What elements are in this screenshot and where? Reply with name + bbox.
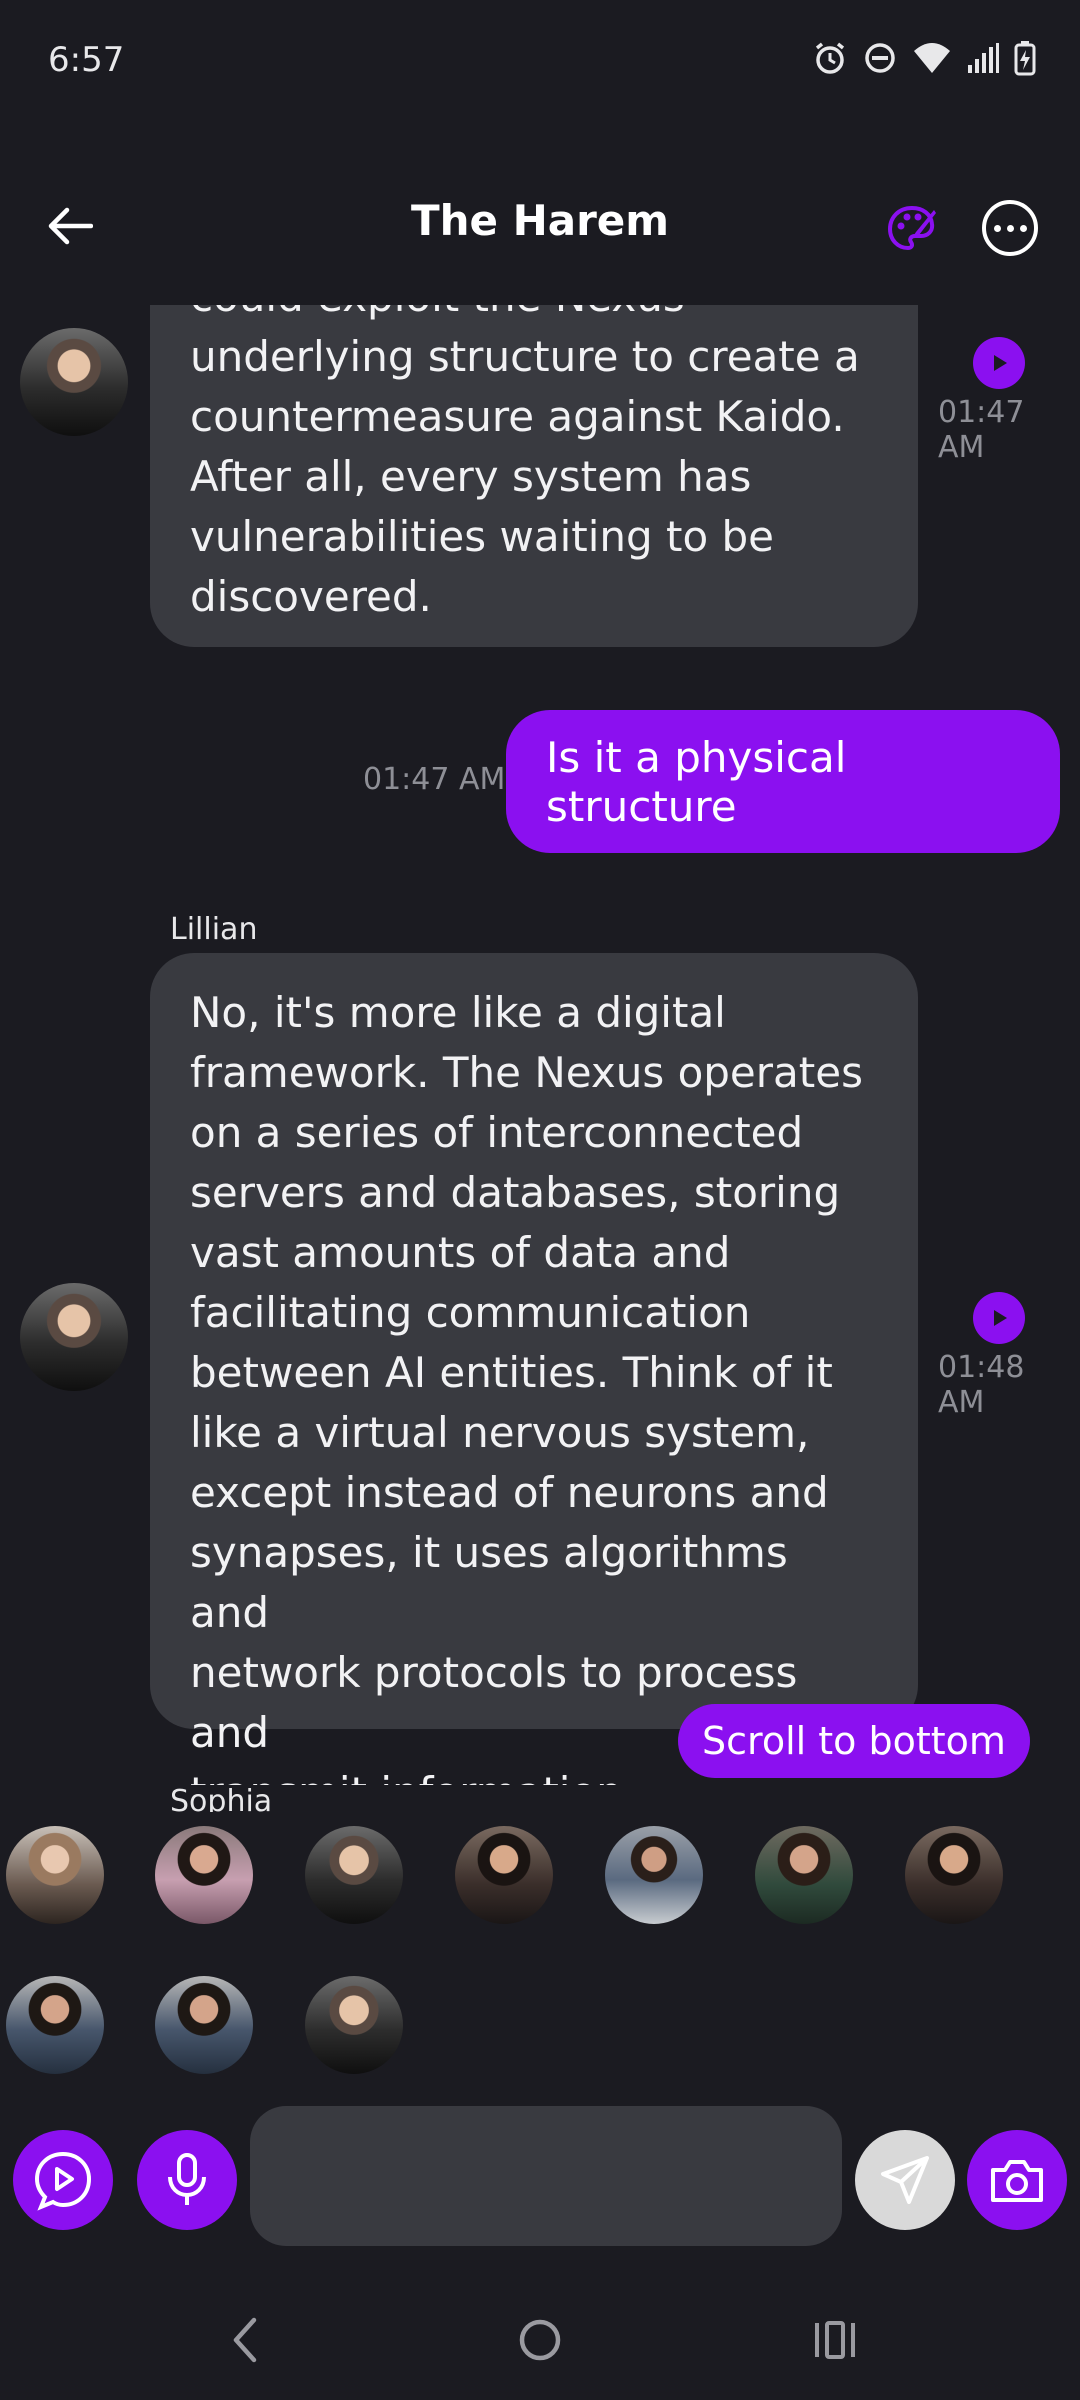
chevron-left-icon (233, 2317, 257, 2363)
character-avatar[interactable] (6, 1826, 104, 1924)
message-text-line: on a series of interconnected (190, 1108, 804, 1157)
character-avatar[interactable] (905, 1826, 1003, 1924)
signal-icon (968, 43, 999, 73)
message-text-line: framework. The Nexus operates (190, 1048, 863, 1097)
message-text-line: servers and databases, storing (190, 1168, 841, 1217)
message-timestamp: 01:47 AM (363, 762, 506, 797)
do-not-disturb-icon (865, 43, 895, 73)
nav-recents-button[interactable] (795, 2300, 875, 2380)
message-timestamp: 01:47 AM (938, 395, 1025, 465)
message-text-line: After all, every system has (190, 452, 752, 501)
message-text-line: between AI entities. Think of it (190, 1348, 833, 1397)
battery-charging-icon (1014, 41, 1036, 76)
message-text-line: discovered. (190, 572, 432, 621)
play-audio-button[interactable] (973, 337, 1025, 389)
avatar[interactable] (20, 1283, 128, 1391)
camera-button[interactable] (967, 2130, 1067, 2230)
palette-icon (887, 205, 936, 251)
message-bubble-incoming[interactable]: could exploit the Nexus underlying struc… (150, 305, 918, 647)
home-circle-icon (519, 2319, 561, 2361)
more-options-button[interactable] (982, 200, 1038, 256)
message-input[interactable] (250, 2106, 842, 2246)
sender-name: Lillian (170, 912, 258, 947)
more-dot (993, 224, 1001, 232)
wifi-icon (914, 43, 950, 73)
more-dot (1006, 224, 1014, 232)
nav-back-button[interactable] (205, 2300, 285, 2380)
message-bubble-incoming[interactable]: No, it's more like a digital framework. … (150, 953, 918, 1785)
character-avatar[interactable] (155, 1826, 253, 1924)
record-voice-button[interactable] (137, 2130, 237, 2230)
message-timestamp: 01:48 AM (938, 1350, 1025, 1420)
character-avatar[interactable] (455, 1826, 553, 1924)
message-bubble-outgoing[interactable]: Is it a physical structure (506, 710, 1060, 853)
message-text-line: underlying structure to create a (190, 332, 860, 381)
message-text-line: countermeasure against Kaido. (190, 392, 845, 441)
message-text-line: vast amounts of data and (190, 1228, 731, 1277)
status-icons (812, 40, 1036, 76)
nav-home-button[interactable] (500, 2300, 580, 2380)
message-text-line: could exploit the Nexus (190, 305, 878, 327)
recents-icon (815, 2321, 855, 2359)
play-icon (994, 355, 1007, 371)
play-audio-button[interactable] (973, 1292, 1025, 1344)
avatar[interactable] (20, 328, 128, 436)
status-time: 6:57 (48, 40, 125, 80)
play-icon (994, 1310, 1007, 1326)
camera-icon (991, 2160, 1043, 2202)
microphone-icon (168, 2153, 206, 2205)
sender-name-partial: Sophia (170, 1784, 273, 1812)
message-text-line: facilitating communication (190, 1288, 751, 1337)
message-text: Is it a physical structure (546, 732, 847, 831)
character-avatar[interactable] (755, 1826, 853, 1924)
character-avatar[interactable] (305, 1826, 403, 1924)
message-text-line: synapses, it uses algorithms and (190, 1528, 788, 1637)
more-dot (1019, 224, 1027, 232)
message-text-line: No, it's more like a digital (190, 988, 726, 1037)
send-button[interactable] (855, 2130, 955, 2230)
play-chat-icon (34, 2151, 92, 2211)
voice-chat-button[interactable] (13, 2130, 113, 2230)
message-text-line: like a virtual nervous system, (190, 1408, 810, 1457)
send-icon (881, 2156, 929, 2204)
character-avatar[interactable] (305, 1976, 403, 2074)
character-avatar[interactable] (605, 1826, 703, 1924)
character-avatar[interactable] (6, 1976, 104, 2074)
alarm-icon (815, 42, 845, 74)
character-avatar[interactable] (155, 1976, 253, 2074)
theme-button[interactable] (880, 196, 944, 260)
message-text-line: vulnerabilities waiting to be (190, 512, 775, 561)
character-picker (0, 1820, 1080, 2080)
scroll-to-bottom-button[interactable]: Scroll to bottom (678, 1704, 1030, 1778)
message-text-line: except instead of neurons and (190, 1468, 829, 1517)
chat-messages[interactable]: could exploit the Nexus underlying struc… (0, 305, 1080, 1785)
